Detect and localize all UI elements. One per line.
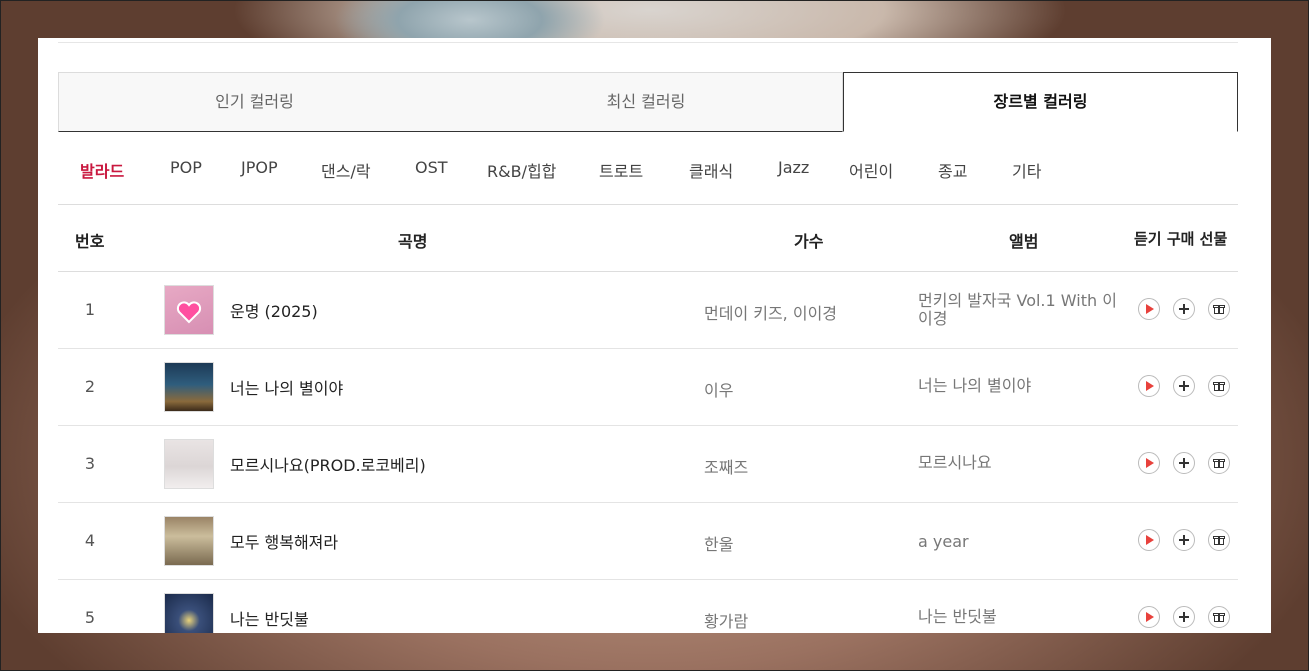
col-artist: 가수 <box>794 232 824 251</box>
genre-pop[interactable]: POP <box>170 158 202 177</box>
table-row: 4 모두 행복해져라 한울 a year <box>58 503 1238 580</box>
gift-button[interactable] <box>1208 606 1230 628</box>
gift-icon <box>1213 381 1225 391</box>
album-art[interactable] <box>164 516 214 566</box>
table-row: 2 너는 나의 별이야 이우 너는 나의 별이야 <box>58 349 1238 426</box>
buy-button[interactable] <box>1173 606 1195 628</box>
album-name[interactable]: 너는 나의 별이야 <box>918 377 1128 395</box>
artist-name[interactable]: 먼데이 키즈, 이이경 <box>704 300 837 324</box>
play-icon <box>1146 381 1154 391</box>
buy-button[interactable] <box>1173 375 1195 397</box>
album-name[interactable]: 나는 반딧불 <box>918 608 1128 626</box>
play-button[interactable] <box>1138 375 1160 397</box>
genre-ballad[interactable]: 발라드 <box>80 158 124 182</box>
tab-latest[interactable]: 최신 컬러링 <box>450 72 843 132</box>
artist-name[interactable]: 조째즈 <box>704 454 748 478</box>
table-header: 번호 곡명 가수 앨범 듣기 구매 선물 <box>58 205 1238 272</box>
top-divider <box>58 38 1238 43</box>
play-icon <box>1146 535 1154 545</box>
song-title[interactable]: 모두 행복해져라 <box>230 529 338 553</box>
plus-icon <box>1179 612 1189 622</box>
col-actions: 듣기 구매 선물 <box>1134 230 1228 248</box>
row-number: 2 <box>84 377 96 396</box>
table-row: 5 나는 반딧불 황가람 나는 반딧불 <box>58 580 1238 633</box>
gift-button[interactable] <box>1208 375 1230 397</box>
genre-dance-rock[interactable]: 댄스/락 <box>321 158 371 182</box>
album-name[interactable]: 모르시나요 <box>918 454 1128 472</box>
play-icon <box>1146 612 1154 622</box>
gift-button[interactable] <box>1208 298 1230 320</box>
col-album: 앨범 <box>1009 232 1039 251</box>
tab-popular[interactable]: 인기 컬러링 <box>58 72 451 132</box>
genre-filter: 발라드 POP JPOP 댄스/락 OST R&B/힙합 트로트 클래식 Jaz… <box>58 134 1238 205</box>
col-number: 번호 <box>75 232 105 251</box>
col-title: 곡명 <box>398 232 428 251</box>
table-row: 1 운명 (2025) 먼데이 키즈, 이이경 먼키의 발자국 Vol.1 Wi… <box>58 272 1238 349</box>
gift-button[interactable] <box>1208 452 1230 474</box>
album-art[interactable] <box>164 593 214 633</box>
album-art[interactable] <box>164 362 214 412</box>
gift-icon <box>1213 304 1225 314</box>
genre-etc[interactable]: 기타 <box>1012 158 1041 182</box>
gift-icon <box>1213 458 1225 468</box>
plus-icon <box>1179 381 1189 391</box>
genre-trot[interactable]: 트로트 <box>599 158 643 182</box>
song-title[interactable]: 운명 (2025) <box>230 298 318 322</box>
row-number: 5 <box>84 608 96 627</box>
artist-name[interactable]: 이우 <box>704 377 733 401</box>
plus-icon <box>1179 535 1189 545</box>
album-name[interactable]: 먼키의 발자국 Vol.1 With 이이경 <box>918 292 1128 328</box>
play-icon <box>1146 304 1154 314</box>
play-button[interactable] <box>1138 606 1160 628</box>
artist-name[interactable]: 한울 <box>704 531 733 555</box>
album-art[interactable] <box>164 285 214 335</box>
genre-kids[interactable]: 어린이 <box>849 158 893 182</box>
gift-button[interactable] <box>1208 529 1230 551</box>
genre-religion[interactable]: 종교 <box>938 158 967 182</box>
song-title[interactable]: 너는 나의 별이야 <box>230 375 343 399</box>
buy-button[interactable] <box>1173 529 1195 551</box>
album-name[interactable]: a year <box>918 533 1128 551</box>
row-number: 3 <box>84 454 96 473</box>
table-row: 3 모르시나요(PROD.로코베리) 조째즈 모르시나요 <box>58 426 1238 503</box>
genre-rnb-hiphop[interactable]: R&B/힙합 <box>487 158 556 182</box>
play-button[interactable] <box>1138 452 1160 474</box>
tab-genre[interactable]: 장르별 컬러링 <box>843 72 1238 132</box>
plus-icon <box>1179 458 1189 468</box>
album-art[interactable] <box>164 439 214 489</box>
genre-jazz[interactable]: Jazz <box>778 158 809 177</box>
gift-icon <box>1213 612 1225 622</box>
genre-classical[interactable]: 클래식 <box>689 158 733 182</box>
play-icon <box>1146 458 1154 468</box>
song-title[interactable]: 나는 반딧불 <box>230 606 309 630</box>
play-button[interactable] <box>1138 298 1160 320</box>
play-button[interactable] <box>1138 529 1160 551</box>
song-title[interactable]: 모르시나요(PROD.로코베리) <box>230 452 426 476</box>
gift-icon <box>1213 535 1225 545</box>
coloring-chart-panel: 인기 컬러링 최신 컬러링 장르별 컬러링 발라드 POP JPOP 댄스/락 … <box>38 38 1271 633</box>
genre-ost[interactable]: OST <box>415 158 448 177</box>
buy-button[interactable] <box>1173 452 1195 474</box>
row-number: 4 <box>84 531 96 550</box>
row-number: 1 <box>84 300 96 319</box>
genre-jpop[interactable]: JPOP <box>241 158 278 177</box>
plus-icon <box>1179 304 1189 314</box>
buy-button[interactable] <box>1173 298 1195 320</box>
artist-name[interactable]: 황가람 <box>704 608 748 632</box>
chart-tabs: 인기 컬러링 최신 컬러링 장르별 컬러링 <box>58 72 1238 132</box>
